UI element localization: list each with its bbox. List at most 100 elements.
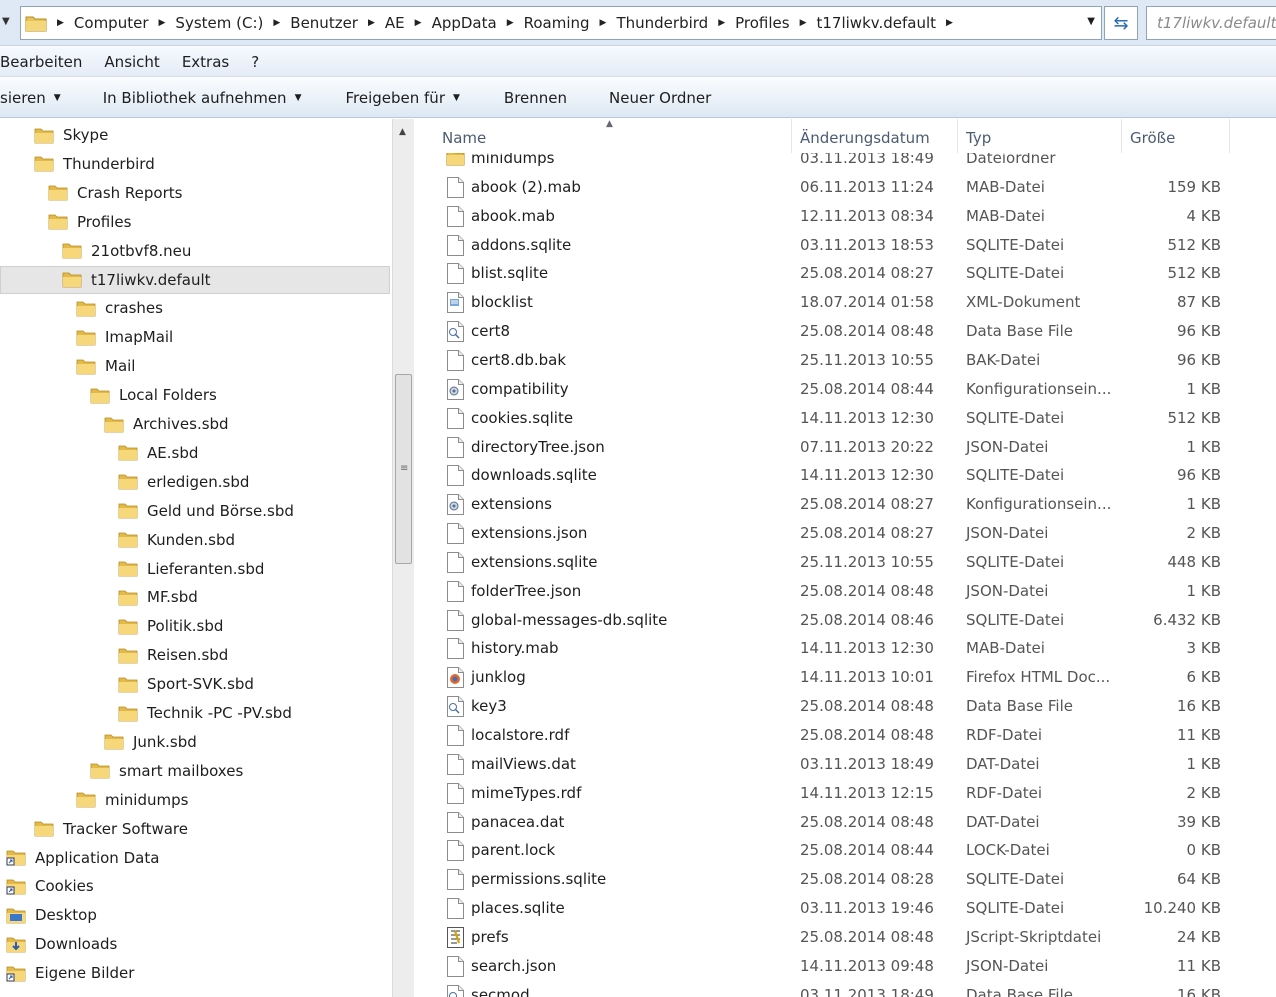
file-row[interactable]: cert8 25.08.2014 08:48 Data Base File 96 KB	[414, 317, 1276, 346]
tree-item[interactable]: Junk.sbd	[104, 728, 197, 756]
tree-item[interactable]: Tracker Software	[34, 815, 188, 843]
file-row[interactable]: prefs 25.08.2014 08:48 JScript-Skriptdatei…	[414, 923, 1276, 952]
tree-scrollbar[interactable]: ▲ ≡	[392, 119, 414, 997]
file-row[interactable]: compatibility 25.08.2014 08:44 Konfigurati…	[414, 375, 1276, 404]
file-row[interactable]: abook (2).mab 06.11.2013 11:24 MAB-Datei 15…	[414, 173, 1276, 202]
breadcrumb-item[interactable]: ▶ AppData	[405, 14, 497, 32]
nav-dropdown-icon[interactable]: ▼	[2, 16, 10, 27]
tree-item[interactable]: t17liwkv.default	[0, 265, 390, 294]
chevron-right-icon[interactable]: ▶	[600, 18, 607, 28]
file-row[interactable]: history.mab 14.11.2013 12:30 MAB-Datei 3 KB	[414, 634, 1276, 663]
menu-extras[interactable]: Extras	[182, 53, 229, 71]
breadcrumb-item[interactable]: ▶ Thunderbird	[590, 14, 709, 32]
tree-item[interactable]: Skype	[34, 121, 108, 149]
file-size: 96 KB	[1177, 322, 1221, 341]
tree-item[interactable]: erledigen.sbd	[118, 468, 249, 496]
chevron-right-icon[interactable]: ▶	[159, 18, 166, 28]
tree-item[interactable]: Politik.sbd	[118, 612, 223, 640]
file-row[interactable]: folderTree.json 25.08.2014 08:48 JSON-Date…	[414, 577, 1276, 606]
scroll-up-icon[interactable]: ▲	[399, 127, 406, 137]
tree-item[interactable]: 21otbvf8.neu	[62, 237, 191, 265]
refresh-button[interactable]: ⇆	[1104, 6, 1138, 40]
file-row[interactable]: extensions 25.08.2014 08:27 Konfigurations…	[414, 490, 1276, 519]
new-folder-button[interactable]: Neuer Ordner	[609, 89, 711, 107]
tree-item[interactable]: Eigene Bilder	[6, 959, 134, 987]
file-row[interactable]: mailViews.dat 03.11.2013 18:49 DAT-Datei 1 …	[414, 750, 1276, 779]
breadcrumb-item[interactable]: ▶ System (C:)	[149, 14, 264, 32]
file-row[interactable]: permissions.sqlite 25.08.2014 08:28 SQLITE…	[414, 865, 1276, 894]
tree-item[interactable]: Mail	[76, 352, 135, 380]
tree-item[interactable]: Downloads	[6, 930, 117, 958]
file-row[interactable]: downloads.sqlite 14.11.2013 12:30 SQLITE-D…	[414, 461, 1276, 490]
breadcrumb-item[interactable]: ▶ Benutzer	[263, 14, 358, 32]
file-row[interactable]: blocklist 18.07.2014 01:58 XML-Dokument 87 …	[414, 288, 1276, 317]
tree-item[interactable]: Thunderbird	[34, 150, 155, 178]
menu-bearbeiten[interactable]: Bearbeiten	[0, 53, 82, 71]
tree-item[interactable]: Profiles	[48, 208, 131, 236]
file-row[interactable]: blist.sqlite 25.08.2014 08:27 SQLITE-Datei…	[414, 259, 1276, 288]
tree-item[interactable]: Reisen.sbd	[118, 641, 228, 669]
tree-item[interactable]: Technik -PC -PV.sbd	[118, 699, 292, 727]
tree-item[interactable]: Desktop	[6, 901, 97, 929]
file-row[interactable]: key3 25.08.2014 08:48 Data Base File 16 KB	[414, 692, 1276, 721]
breadcrumb-item[interactable]: ▶ Profiles	[708, 14, 789, 32]
chevron-right-icon[interactable]: ▶	[507, 18, 514, 28]
file-row[interactable]: secmod 03.11.2013 18:49 Data Base File 16 K…	[414, 981, 1276, 997]
chevron-right-icon[interactable]: ▶	[936, 18, 963, 28]
chevron-right-icon[interactable]: ▶	[415, 18, 422, 28]
file-row[interactable]: localstore.rdf 25.08.2014 08:48 RDF-Datei 1…	[414, 721, 1276, 750]
address-field[interactable]: ▶ Computer ▶ System (C:) ▶ Benutzer ▶ AE ▶ AppDat…	[20, 6, 1102, 40]
breadcrumb-item[interactable]: ▶ AE	[358, 14, 405, 32]
tree-item[interactable]: smart mailboxes	[90, 757, 243, 785]
tree-item[interactable]: Sport-SVK.sbd	[118, 670, 254, 698]
breadcrumb-item[interactable]: ▶ Roaming	[497, 14, 590, 32]
tree-item[interactable]: minidumps	[76, 786, 188, 814]
chevron-right-icon[interactable]: ▶	[800, 18, 807, 28]
column-date[interactable]: Änderungsdatum	[792, 119, 958, 153]
chevron-right-icon[interactable]: ▶	[273, 18, 280, 28]
tree-item[interactable]: Lieferanten.sbd	[118, 555, 264, 583]
file-row[interactable]: mimeTypes.rdf 14.11.2013 12:15 RDF-Datei 2 …	[414, 779, 1276, 808]
chevron-right-icon[interactable]: ▶	[718, 18, 725, 28]
file-row[interactable]: extensions.sqlite 25.11.2013 10:55 SQLITE-…	[414, 548, 1276, 577]
file-row[interactable]: addons.sqlite 03.11.2013 18:53 SQLITE-Date…	[414, 231, 1276, 260]
tree-item[interactable]: Application Data	[6, 844, 159, 872]
tree-item[interactable]: Geld und Börse.sbd	[118, 497, 294, 525]
menu-ansicht[interactable]: Ansicht	[104, 53, 159, 71]
file-row[interactable]: places.sqlite 03.11.2013 19:46 SQLITE-Date…	[414, 894, 1276, 923]
tree-item[interactable]: Kunden.sbd	[118, 526, 235, 554]
tree-item[interactable]: ImapMail	[76, 323, 173, 351]
tree-item[interactable]: Cookies	[6, 872, 94, 900]
file-row[interactable]: parent.lock 25.08.2014 08:44 LOCK-Datei 0 K…	[414, 836, 1276, 865]
add-to-library-button[interactable]: In Bibliothek aufnehmen ▼	[103, 89, 302, 107]
file-row[interactable]: panacea.dat 25.08.2014 08:48 DAT-Datei 39 K…	[414, 808, 1276, 837]
menu-help[interactable]: ?	[251, 53, 259, 71]
burn-button[interactable]: Brennen	[504, 89, 567, 107]
file-row[interactable]: cookies.sqlite 14.11.2013 12:30 SQLITE-Dat…	[414, 404, 1276, 433]
chevron-right-icon[interactable]: ▶	[368, 18, 375, 28]
file-row[interactable]: directoryTree.json 07.11.2013 20:22 JSON-D…	[414, 433, 1276, 462]
search-input[interactable]: t17liwkv.default	[1146, 6, 1276, 40]
breadcrumb-item[interactable]: ▶ Computer	[47, 14, 149, 32]
chevron-right-icon[interactable]: ▶	[57, 18, 64, 28]
breadcrumb-item[interactable]: ▶ t17liwkv.default	[790, 14, 936, 32]
file-row[interactable]: cert8.db.bak 25.11.2013 10:55 BAK-Datei 96 …	[414, 346, 1276, 375]
tree-item[interactable]: Local Folders	[90, 381, 217, 409]
file-row[interactable]: global-messages-db.sqlite 25.08.2014 08:4…	[414, 606, 1276, 635]
share-with-button[interactable]: Freigeben für ▼	[345, 89, 459, 107]
tree-item[interactable]: Archives.sbd	[104, 410, 229, 438]
column-size[interactable]: Größe	[1122, 119, 1230, 153]
file-row[interactable]: abook.mab 12.11.2013 08:34 MAB-Datei 4 KB	[414, 202, 1276, 231]
file-row[interactable]: search.json 14.11.2013 09:48 JSON-Datei 11 …	[414, 952, 1276, 981]
address-dropdown-icon[interactable]: ▼	[1087, 16, 1095, 27]
scrollbar-thumb[interactable]: ≡	[395, 374, 412, 564]
organize-button[interactable]: sieren ▼	[0, 89, 61, 107]
file-row[interactable]: extensions.json 25.08.2014 08:27 JSON-Date…	[414, 519, 1276, 548]
tree-item[interactable]: AE.sbd	[118, 439, 198, 467]
tree-item[interactable]: crashes	[76, 294, 163, 322]
column-type[interactable]: Typ	[958, 119, 1122, 153]
tree-item[interactable]: Crash Reports	[48, 179, 182, 207]
column-name[interactable]: Name	[434, 119, 792, 153]
tree-item[interactable]: MF.sbd	[118, 583, 198, 611]
file-row[interactable]: junklog 14.11.2013 10:01 Firefox HTML Doc.…	[414, 663, 1276, 692]
